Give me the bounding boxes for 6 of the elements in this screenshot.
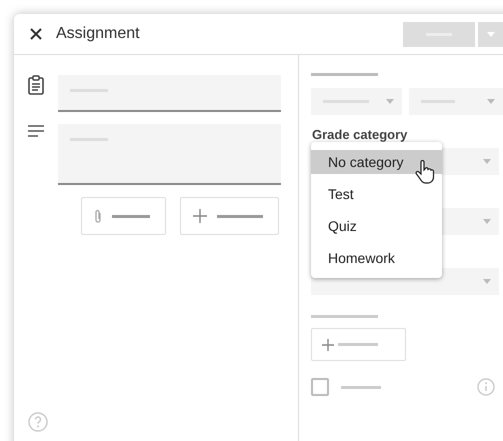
menu-item[interactable]: Quiz <box>311 214 442 238</box>
menu-item[interactable]: No category <box>311 150 442 174</box>
window-title: Assignment <box>56 25 141 43</box>
menu-item[interactable]: Test <box>311 182 442 206</box>
menu-item[interactable]: Homework <box>311 246 442 270</box>
field-label: Grade category <box>312 127 408 142</box>
